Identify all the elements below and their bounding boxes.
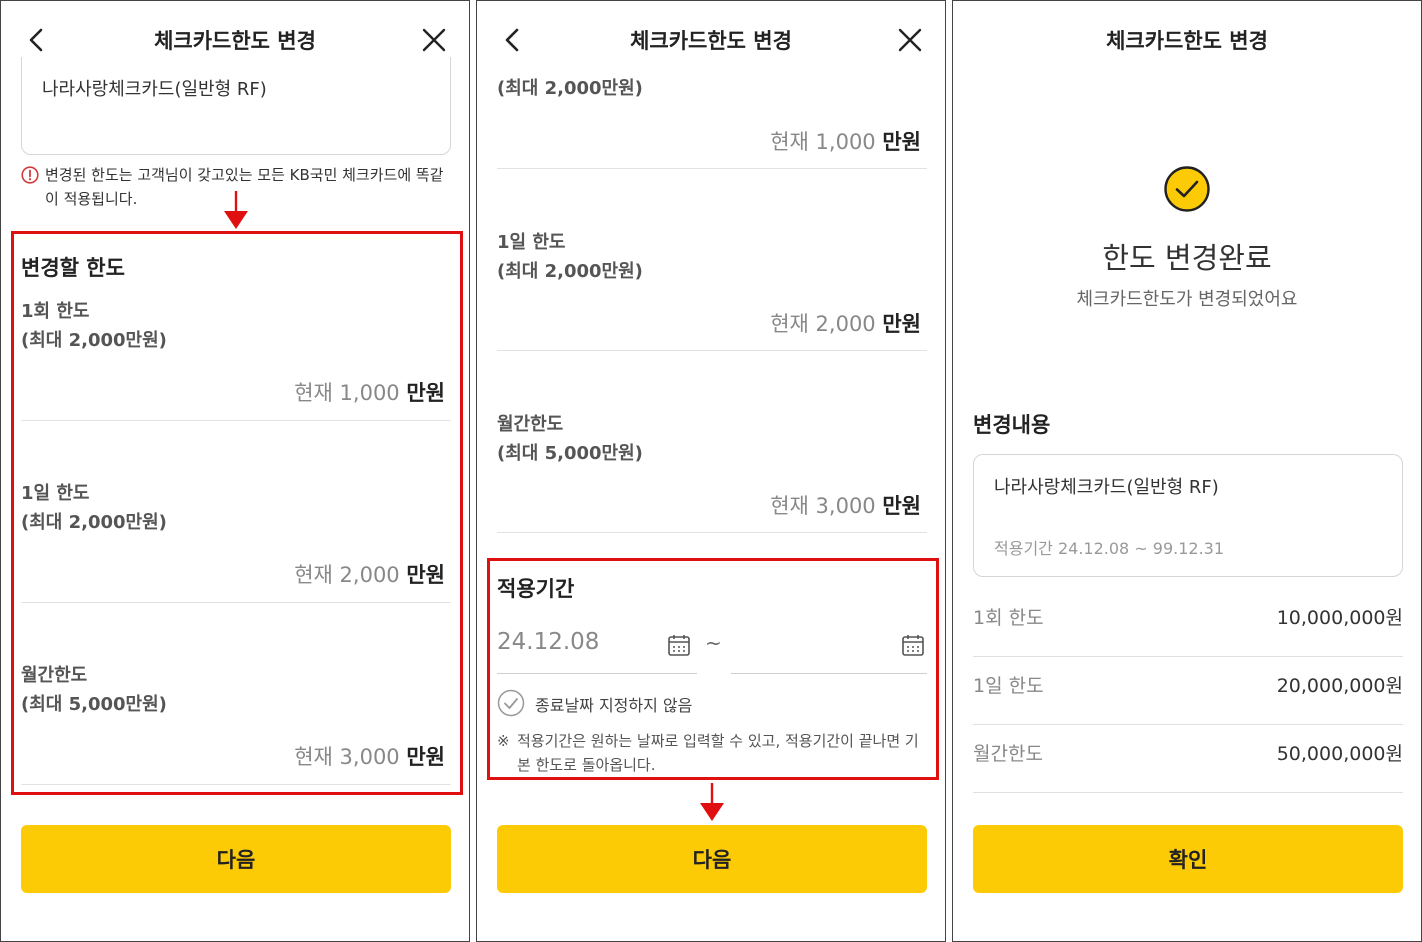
summary-label: 월간한도	[973, 743, 1043, 765]
close-button[interactable]	[895, 25, 925, 55]
divider	[497, 350, 927, 351]
divider	[497, 532, 927, 533]
close-icon	[898, 28, 922, 52]
start-date-input[interactable]: 24.12.08	[497, 629, 599, 655]
page-title: 체크카드한도 변경	[630, 29, 792, 53]
detail-title: 변경내용	[973, 413, 1051, 437]
close-button[interactable]	[419, 25, 449, 55]
divider	[731, 673, 927, 674]
note-mark: ※	[497, 732, 510, 750]
check-circle-icon	[497, 689, 525, 717]
calendar-icon[interactable]	[901, 633, 925, 657]
next-button[interactable]: 다음	[21, 825, 451, 893]
divider	[21, 602, 451, 603]
divider	[21, 420, 451, 421]
card-name: 나라사랑체크카드(일반형 RF)	[994, 477, 1219, 498]
panel-complete: 체크카드한도 변경 한도 변경완료 체크카드한도가 변경되었어요 변경내용 나라…	[952, 0, 1422, 942]
summary-row: 1회 한도 10,000,000원	[973, 589, 1403, 657]
summary-row: 1일 한도 20,000,000원	[973, 657, 1403, 725]
limit-label-monthly: 월간한도 (최대 5,000만원)	[497, 414, 643, 464]
limit-label-daily: 1일 한도 (최대 2,000만원)	[21, 483, 167, 533]
divider	[21, 784, 451, 785]
next-button[interactable]: 다음	[497, 825, 927, 893]
header: 체크카드한도 변경	[953, 1, 1421, 79]
summary-value: 10,000,000원	[1276, 607, 1403, 629]
card-info-box: 나라사랑체크카드(일반형 RF)	[21, 57, 451, 155]
no-end-date-label: 종료날짜 지정하지 않음	[535, 696, 693, 715]
panel-limit-input: 체크카드한도 변경 나라사랑체크카드(일반형 RF) 변경된 한도는 고객님이 …	[0, 0, 470, 942]
page-title: 체크카드한도 변경	[154, 29, 316, 53]
confirm-button[interactable]: 확인	[973, 825, 1403, 893]
limit-label-monthly: 월간한도 (최대 5,000만원)	[21, 665, 167, 715]
limit-input-daily[interactable]: 현재 2,000 만원	[770, 308, 921, 338]
divider	[497, 673, 697, 674]
summary-value: 20,000,000원	[1276, 675, 1403, 697]
warning-icon	[21, 166, 39, 184]
summary-label: 1회 한도	[973, 607, 1044, 629]
period-text: 적용기간 24.12.08 ~ 99.12.31	[994, 539, 1225, 558]
arrow-down-icon	[224, 191, 248, 229]
page-title: 체크카드한도 변경	[1106, 29, 1268, 53]
limit-input-once[interactable]: 현재 1,000 만원	[770, 126, 921, 156]
summary-label: 1일 한도	[973, 675, 1044, 697]
header: 체크카드한도 변경	[477, 1, 945, 79]
limit-label-daily: 1일 한도 (최대 2,000만원)	[497, 232, 643, 282]
limit-label-once: (최대 2,000만원)	[497, 78, 643, 99]
card-name: 나라사랑체크카드(일반형 RF)	[42, 79, 267, 100]
summary-value: 50,000,000원	[1276, 743, 1403, 765]
section-title: 변경할 한도	[21, 256, 125, 280]
card-info-box: 나라사랑체크카드(일반형 RF) 적용기간 24.12.08 ~ 99.12.3…	[973, 454, 1403, 577]
done-subtitle: 체크카드한도가 변경되었어요	[1076, 289, 1298, 310]
divider	[497, 168, 927, 169]
arrow-down-icon	[700, 783, 724, 821]
period-note: ※ 적용기간은 원하는 날짜로 입력할 수 있고, 적용기간이 끝나면 기본 한…	[497, 729, 929, 777]
limit-input-monthly[interactable]: 현재 3,000 만원	[294, 741, 445, 771]
limit-input-once[interactable]: 현재 1,000 만원	[294, 377, 445, 407]
summary-row: 월간한도 50,000,000원	[973, 725, 1403, 793]
date-range-separator: ~	[705, 631, 722, 655]
limit-label-once: 1회 한도 (최대 2,000만원)	[21, 301, 167, 351]
limit-input-daily[interactable]: 현재 2,000 만원	[294, 559, 445, 589]
period-title: 적용기간	[497, 577, 575, 601]
limit-input-monthly[interactable]: 현재 3,000 만원	[770, 490, 921, 520]
note-text: 적용기간은 원하는 날짜로 입력할 수 있고, 적용기간이 끝나면 기본 한도로…	[517, 732, 919, 774]
calendar-icon[interactable]	[667, 633, 691, 657]
close-icon	[422, 28, 446, 52]
done-title: 한도 변경완료	[1102, 241, 1272, 275]
panel-period-input: 체크카드한도 변경 (최대 2,000만원) 현재 1,000 만원 1일 한도…	[476, 0, 946, 942]
check-circle-icon	[1164, 166, 1210, 212]
